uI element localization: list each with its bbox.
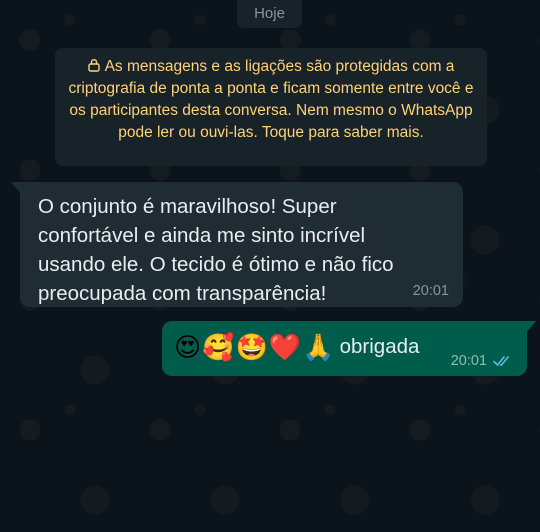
bubble-tail: [526, 321, 536, 333]
message-time: 20:01: [450, 353, 487, 369]
message-time: 20:01: [412, 283, 449, 299]
message-text: O conjunto é maravilhoso! Super confortá…: [38, 195, 394, 305]
date-label: Hoje: [254, 5, 285, 22]
double-check-read-icon: [493, 356, 509, 366]
outgoing-message[interactable]: 😍 🥰 🤩 ❤️ 🙏 obrigada 20:01: [162, 321, 536, 376]
lock-icon: [87, 59, 100, 72]
message-text: obrigada: [339, 335, 420, 358]
date-separator: Hoje: [237, 0, 302, 28]
star-struck-emoji: 🤩: [235, 332, 268, 362]
bubble-tail: [11, 182, 21, 194]
encryption-notice-text: As mensagens e as ligações são protegida…: [68, 58, 474, 141]
encryption-notice[interactable]: As mensagens e as ligações são protegida…: [55, 48, 487, 166]
red-heart-emoji: ❤️: [268, 332, 302, 362]
heart-eyes-emoji: 😍: [174, 332, 202, 362]
smiling-hearts-emoji: 🥰: [202, 332, 235, 362]
incoming-message[interactable]: O conjunto é maravilhoso! Super confortá…: [11, 182, 463, 307]
folded-hands-emoji: 🙏: [302, 332, 335, 362]
message-content: 😍 🥰 🤩 ❤️ 🙏 obrigada: [174, 331, 419, 363]
